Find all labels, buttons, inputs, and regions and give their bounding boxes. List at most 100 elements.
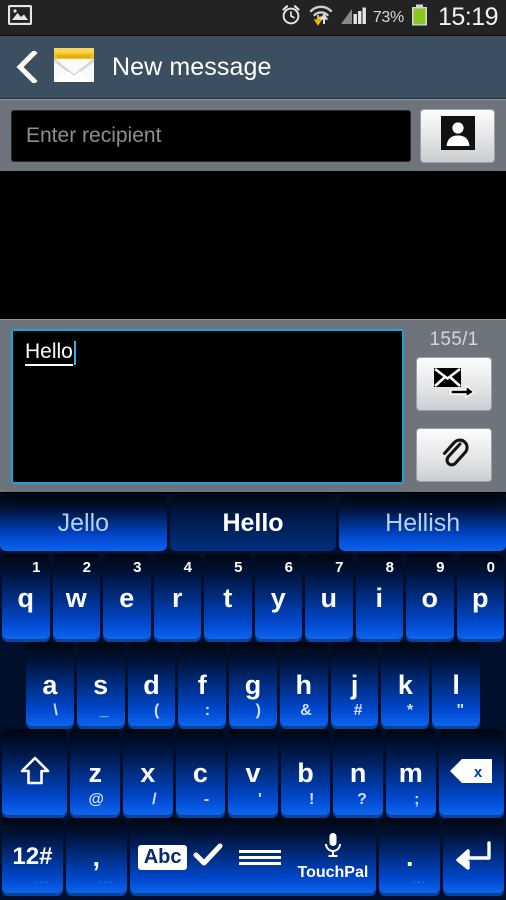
- keyboard-row-3: z @ x / c- v ' b! n? m; x: [0, 729, 506, 818]
- key-number: 2: [82, 559, 91, 576]
- key-label: j: [350, 670, 359, 700]
- key-label: r: [171, 582, 183, 613]
- key-x[interactable]: x /: [123, 729, 173, 818]
- message-compose-screen: 73% 15:19 New message Enter recipient He…: [0, 0, 506, 900]
- key-label: b: [297, 758, 314, 788]
- contact-person-icon: [440, 116, 475, 155]
- key-alt-symbol: (: [154, 702, 160, 719]
- key-o[interactable]: 9o: [406, 554, 454, 642]
- key-label: d: [143, 670, 160, 700]
- ime-name-label: TouchPal: [297, 864, 369, 881]
- key-b[interactable]: b!: [280, 729, 331, 818]
- recipient-row: Enter recipient: [0, 99, 506, 171]
- key-label: l: [452, 670, 460, 700]
- key-alt-symbol: #: [353, 702, 363, 719]
- keyboard-row-2: a \ s _ d( f: g) h & j # k * l ": [0, 642, 506, 729]
- key-m[interactable]: m;: [385, 729, 436, 818]
- key-alt-symbol: ?: [357, 791, 367, 808]
- battery-icon: [411, 4, 428, 31]
- key-label: m: [398, 758, 423, 788]
- key-e[interactable]: 3e: [103, 554, 151, 642]
- key-v[interactable]: v ': [228, 729, 278, 818]
- text-caret: [73, 341, 76, 366]
- key-label: q: [17, 582, 35, 613]
- key-l[interactable]: l ": [432, 642, 481, 729]
- key-alt-symbol: -: [203, 791, 210, 808]
- message-input[interactable]: Hello: [11, 329, 404, 484]
- key-alt-symbol: ): [255, 702, 261, 719]
- key-r[interactable]: 4r: [153, 554, 201, 642]
- backspace-icon: x: [448, 757, 494, 790]
- key-more-dots: ...: [98, 871, 113, 886]
- abc-mode-badge: Abc: [137, 844, 188, 870]
- comma-key[interactable]: , ...: [65, 818, 127, 896]
- recipient-placeholder: Enter recipient: [26, 123, 162, 147]
- message-text: Hello: [25, 340, 73, 367]
- key-f[interactable]: f:: [178, 642, 227, 729]
- key-label: z: [88, 758, 102, 788]
- status-bar-right-icons: 73% 15:19: [280, 3, 499, 32]
- backspace-key[interactable]: x: [438, 729, 504, 818]
- key-h[interactable]: h &: [279, 642, 328, 729]
- key-label: i: [375, 582, 383, 613]
- key-alt-symbol: @: [88, 791, 105, 808]
- period-key[interactable]: . ...: [379, 818, 441, 896]
- key-q[interactable]: 1q: [2, 554, 50, 642]
- key-label: a: [42, 670, 58, 700]
- key-k[interactable]: k *: [381, 642, 430, 729]
- recipient-input[interactable]: Enter recipient: [11, 109, 411, 162]
- key-n[interactable]: n?: [333, 729, 383, 818]
- key-label: y: [270, 582, 286, 613]
- key-a[interactable]: a \: [26, 642, 74, 729]
- paperclip-icon: [439, 435, 469, 476]
- key-label: n: [349, 758, 367, 788]
- key-t[interactable]: 5t: [204, 554, 252, 642]
- key-y[interactable]: 6y: [254, 554, 302, 642]
- keyboard-row-4: 12# ... , ... Abc TouchPal . ...: [0, 818, 506, 896]
- key-s[interactable]: s _: [76, 642, 125, 729]
- add-contact-button[interactable]: [420, 108, 495, 163]
- key-number: 6: [284, 559, 293, 576]
- send-button[interactable]: [416, 357, 492, 411]
- key-c[interactable]: c-: [175, 729, 226, 818]
- status-clock: 15:19: [437, 3, 499, 31]
- shift-key[interactable]: [2, 729, 68, 818]
- key-label: k: [397, 670, 413, 700]
- key-j[interactable]: j #: [330, 642, 379, 729]
- key-alt-symbol: ;: [414, 791, 420, 808]
- key-alt-symbol: !: [309, 791, 315, 808]
- key-p[interactable]: 0p: [456, 554, 504, 642]
- key-label: s: [93, 670, 109, 700]
- key-g[interactable]: g): [229, 642, 277, 729]
- key-alt-symbol: \: [53, 702, 58, 719]
- key-u[interactable]: 7u: [305, 554, 353, 642]
- key-label: ,: [92, 841, 101, 872]
- voice-input-control[interactable]: TouchPal: [297, 832, 368, 882]
- touchpal-keyboard: Jello Hello Hellish 1q 2w 3e 4r 5t 6y 7u…: [0, 494, 506, 900]
- key-number: 7: [335, 559, 344, 576]
- key-more-dots: ...: [35, 871, 49, 886]
- back-chevron-icon[interactable]: [12, 49, 42, 85]
- signal-icon: [340, 5, 366, 30]
- key-i[interactable]: 8i: [355, 554, 403, 642]
- suggestion-item[interactable]: Jello: [0, 495, 167, 551]
- key-number: 1: [32, 559, 41, 576]
- key-label: h: [295, 670, 313, 700]
- key-alt-symbol: /: [152, 791, 157, 808]
- key-z[interactable]: z @: [70, 729, 121, 818]
- key-w[interactable]: 2w: [52, 554, 100, 642]
- symbols-key[interactable]: 12# ...: [2, 818, 63, 896]
- keyboard-row-1: 1q 2w 3e 4r 5t 6y 7u 8i 9o 0p: [0, 554, 506, 642]
- space-key[interactable]: Abc TouchPal: [129, 818, 377, 896]
- space-key-content: Abc TouchPal: [130, 832, 377, 882]
- key-label: p: [472, 582, 489, 613]
- suggestion-item[interactable]: Hellish: [339, 495, 506, 551]
- compose-side-panel: 155/1: [413, 329, 495, 483]
- key-d[interactable]: d(: [127, 642, 176, 729]
- key-alt-symbol: ': [257, 791, 262, 808]
- key-number: 9: [436, 559, 445, 576]
- suggestion-item-active[interactable]: Hello: [169, 495, 337, 551]
- enter-key[interactable]: [443, 818, 505, 896]
- attach-button[interactable]: [416, 428, 492, 482]
- wifi-transfer-icon: [309, 4, 333, 31]
